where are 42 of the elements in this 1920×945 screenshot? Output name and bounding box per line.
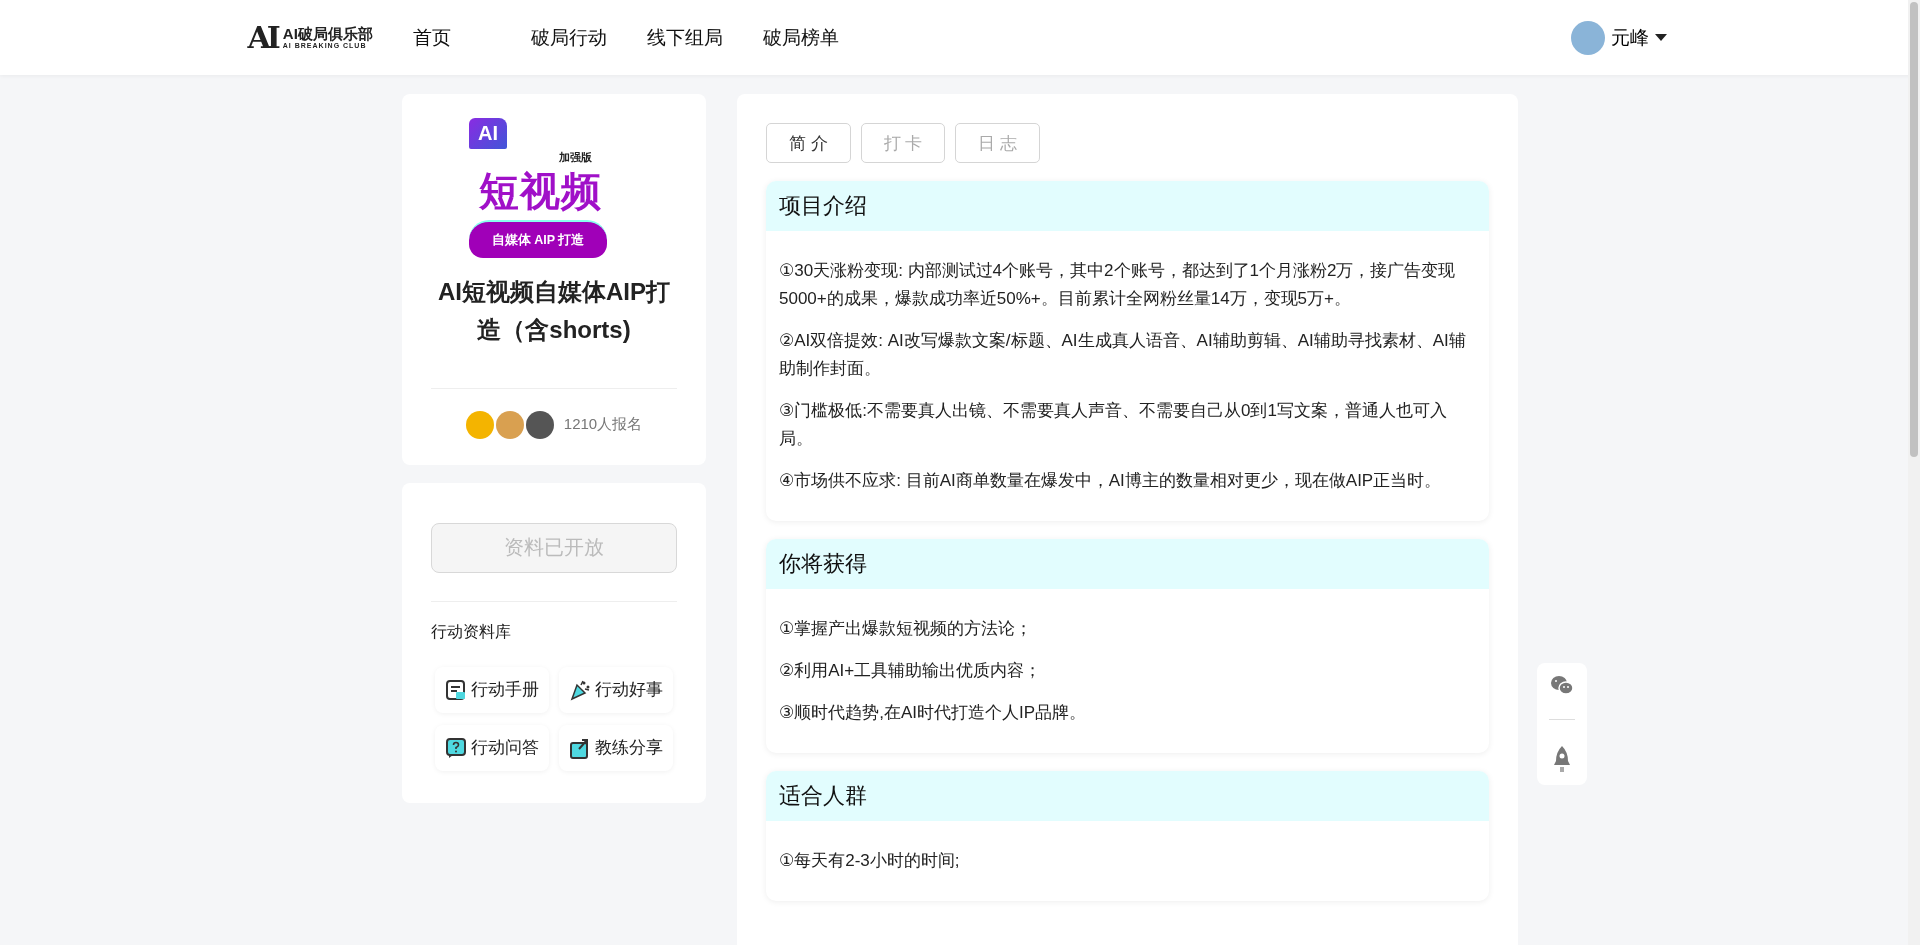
paragraph: ③门槛极低:不需要真人出镜、不需要真人声音、不需要自己从0到1写文案，普通人也可入局。 — [779, 400, 1448, 450]
resource-item[interactable]: 行动问答 — [435, 724, 549, 771]
logo-title: AI破局俱乐部 — [282, 25, 373, 43]
tab[interactable]: 简 介 — [766, 123, 851, 163]
library-heading: 行动资料库 — [431, 621, 512, 642]
paragraph: ③顺时代趋势,在AI时代打造个人IP品牌。 — [779, 702, 1088, 724]
avatar — [525, 410, 554, 439]
cover-ribbon: 自媒体 AIP 打造 — [469, 220, 607, 258]
cover-badge: AI — [469, 118, 507, 149]
nav-link[interactable]: 破局榜单 — [762, 24, 839, 51]
section-title: 项目介绍 — [766, 181, 1489, 231]
resource-item[interactable]: 行动好事 — [559, 666, 673, 713]
share-icon — [569, 736, 591, 759]
paragraph: ②利用AI+工具辅助输出优质内容； — [779, 660, 1043, 682]
section-title: 你将获得 — [766, 539, 1489, 589]
notebook-icon — [445, 678, 467, 701]
user-menu[interactable]: 元峰 — [1564, 19, 1673, 56]
paragraph: ④市场供不应求: 目前AI商单数量在爆发中，AI博主的数量相对更少，现在做AIP正当时。 — [779, 470, 1443, 492]
paragraph: ①每天有2-3小时的时间; — [779, 850, 961, 872]
signup-count: 1210人报名 — [563, 415, 643, 435]
cover-edition: 加强版 — [559, 150, 592, 165]
section-title: 适合人群 — [766, 771, 1489, 821]
resource-item[interactable]: 教练分享 — [559, 724, 673, 771]
resource-item[interactable]: 行动手册 — [435, 666, 549, 713]
question-icon — [445, 736, 467, 759]
logo-mark[interactable]: AI — [247, 22, 277, 53]
avatar — [495, 410, 524, 439]
paragraph: ①30天涨粉变现: 内部测试过4个账号，其中2个账号，都达到了1个月涨粉2万，接广告变现5000+的成果，爆款成功率近50%+。目前累计全网粉丝量14万，变现5万+。 — [779, 260, 1457, 310]
nav-link[interactable]: 破局行动 — [530, 24, 607, 51]
wechat-icon[interactable] — [1550, 675, 1574, 696]
paragraph: ①掌握产出爆款短视频的方法论； — [779, 618, 1034, 640]
rocket-icon[interactable] — [1553, 744, 1571, 773]
caret-icon — [1654, 34, 1667, 41]
cover-headline: 短视频 — [479, 168, 602, 215]
avatar — [465, 410, 494, 439]
avatar — [1570, 20, 1605, 55]
nav-link[interactable]: 线下组局 — [646, 24, 723, 51]
project-title: AI短视频自媒体AIP打造（含shorts) — [437, 277, 671, 346]
nav-link[interactable]: 首页 — [412, 24, 451, 51]
party-popper-icon — [569, 678, 591, 701]
paragraph: ②AI双倍提效: AI改写爆款文案/标题、AI生成真人语音、AI辅助剪辑、AI辅助寻找素材、AI辅助制作封面。 — [779, 330, 1467, 380]
scrollbar-thumb[interactable] — [1910, 2, 1918, 457]
